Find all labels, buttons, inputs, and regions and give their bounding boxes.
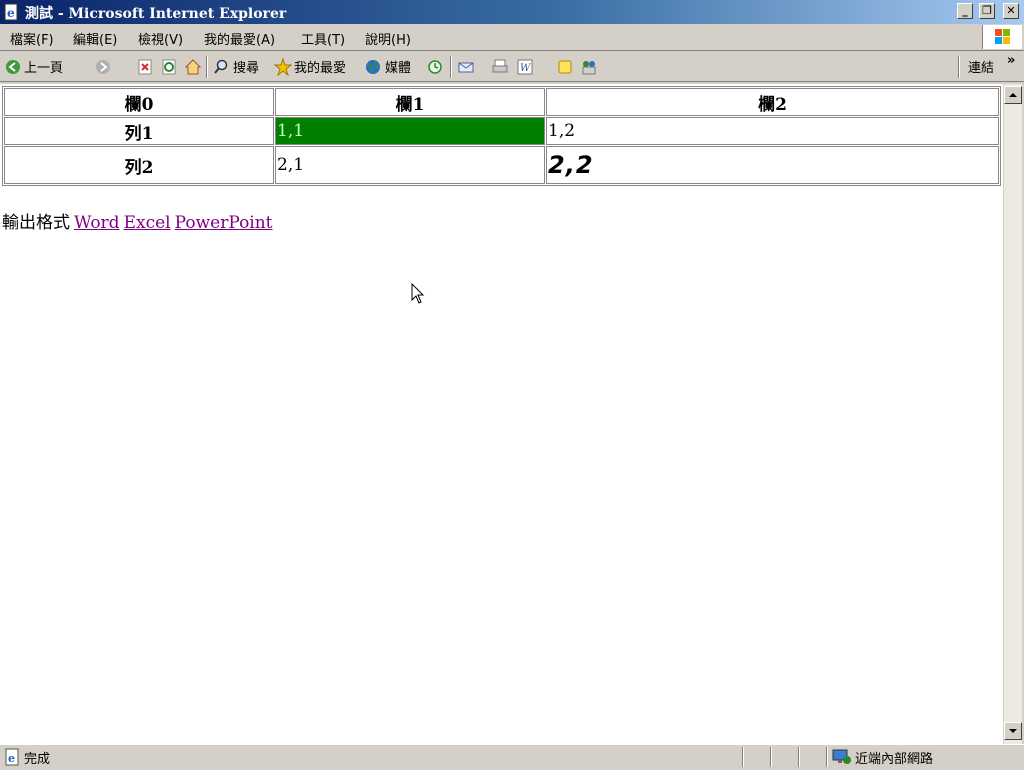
- page-done-icon: e: [4, 748, 22, 766]
- table-cell-highlighted: 1,1: [275, 117, 545, 145]
- search-button[interactable]: 搜尋: [233, 57, 259, 76]
- favorites-button[interactable]: 我的最愛: [294, 57, 346, 76]
- status-text: 完成: [24, 752, 51, 767]
- menu-edit[interactable]: 編輯(E): [73, 29, 117, 48]
- edit-word-icon[interactable]: W: [516, 58, 534, 76]
- search-icon[interactable]: [212, 58, 230, 76]
- toolbar-chevron-icon[interactable]: »: [1007, 53, 1015, 68]
- data-table: 欄0 欄1 欄2 列1 1,1 1,2 列2 2,1 2,2: [2, 86, 1001, 186]
- close-button[interactable]: ✕: [1003, 3, 1019, 19]
- discuss-icon[interactable]: [556, 58, 574, 76]
- security-zone-text: 近端內部網路: [855, 752, 934, 767]
- export-label: 輸出格式: [2, 213, 70, 233]
- minimize-button[interactable]: _: [957, 3, 973, 19]
- table-row: 列1 1,1 1,2: [4, 117, 999, 145]
- page-content: 欄0 欄1 欄2 列1 1,1 1,2 列2 2,1 2,2 輸出格式 Word E…: [0, 84, 1003, 744]
- export-word-link[interactable]: Word: [74, 213, 120, 233]
- column-header: 欄0: [4, 88, 274, 116]
- media-button[interactable]: 媒體: [385, 57, 411, 76]
- home-icon[interactable]: [184, 58, 202, 76]
- forward-arrow-icon[interactable]: [94, 58, 112, 76]
- export-excel-link[interactable]: Excel: [124, 213, 171, 233]
- row-header: 列2: [4, 146, 274, 184]
- messenger-icon[interactable]: [580, 58, 598, 76]
- back-arrow-icon[interactable]: [4, 58, 22, 76]
- table-header-row: 欄0 欄1 欄2: [4, 88, 999, 116]
- menu-view[interactable]: 檢視(V): [138, 29, 183, 48]
- windows-logo-icon: [982, 25, 1022, 49]
- stop-icon[interactable]: [136, 58, 154, 76]
- back-button[interactable]: 上一頁: [24, 57, 63, 76]
- table-row: 列2 2,1 2,2: [4, 146, 999, 184]
- svg-text:e: e: [7, 6, 15, 20]
- scroll-down-button[interactable]: [1004, 722, 1022, 740]
- table-cell-styled: 2,2: [546, 146, 999, 184]
- media-globe-icon[interactable]: [364, 58, 382, 76]
- status-separator: [770, 747, 772, 767]
- menu-favorites[interactable]: 我的最愛(A): [204, 29, 275, 48]
- intranet-zone-icon: [832, 748, 852, 766]
- export-powerpoint-link[interactable]: PowerPoint: [175, 213, 273, 233]
- restore-button[interactable]: ❐: [979, 3, 995, 19]
- print-icon[interactable]: [491, 58, 509, 76]
- scroll-up-button[interactable]: [1004, 86, 1022, 104]
- column-header: 欄1: [275, 88, 545, 116]
- status-separator: [798, 747, 800, 767]
- toolbar: 上一頁 搜尋 我的最愛 媒體 W 連結 »: [0, 52, 1024, 120]
- column-header: 欄2: [546, 88, 999, 116]
- toolbar-separator: [450, 56, 452, 78]
- refresh-icon[interactable]: [160, 58, 178, 76]
- menu-file[interactable]: 檔案(F): [10, 29, 54, 48]
- favorites-star-icon[interactable]: [273, 57, 293, 77]
- menu-help[interactable]: 說明(H): [365, 29, 411, 48]
- export-format-line: 輸出格式 Word Excel PowerPoint: [2, 208, 273, 233]
- toolbar-separator: [206, 56, 208, 78]
- title-bar[interactable]: e 測試 - Microsoft Internet Explorer _ ❐ ✕: [0, 0, 1024, 24]
- links-button[interactable]: 連結: [968, 57, 994, 76]
- status-separator: [826, 747, 828, 767]
- status-separator: [742, 747, 744, 767]
- menu-tools[interactable]: 工具(T): [301, 29, 345, 48]
- vertical-scrollbar[interactable]: [1003, 84, 1022, 744]
- mouse-cursor-icon: [411, 282, 425, 309]
- table-cell: 1,2: [546, 117, 999, 145]
- table-cell: 2,1: [275, 146, 545, 184]
- mail-icon[interactable]: [457, 58, 475, 76]
- ie-page-icon[interactable]: e: [3, 3, 21, 21]
- status-bar: e 完成 近端內部網路: [0, 744, 1024, 768]
- row-header: 列1: [4, 117, 274, 145]
- svg-text:e: e: [8, 752, 15, 765]
- menu-bar: 檔案(F) 編輯(E) 檢視(V) 我的最愛(A) 工具(T) 說明(H): [0, 24, 1024, 51]
- window-title: 測試 - Microsoft Internet Explorer: [25, 6, 287, 22]
- history-icon[interactable]: [426, 58, 444, 76]
- svg-text:W: W: [520, 63, 531, 74]
- toolbar-separator: [958, 56, 960, 78]
